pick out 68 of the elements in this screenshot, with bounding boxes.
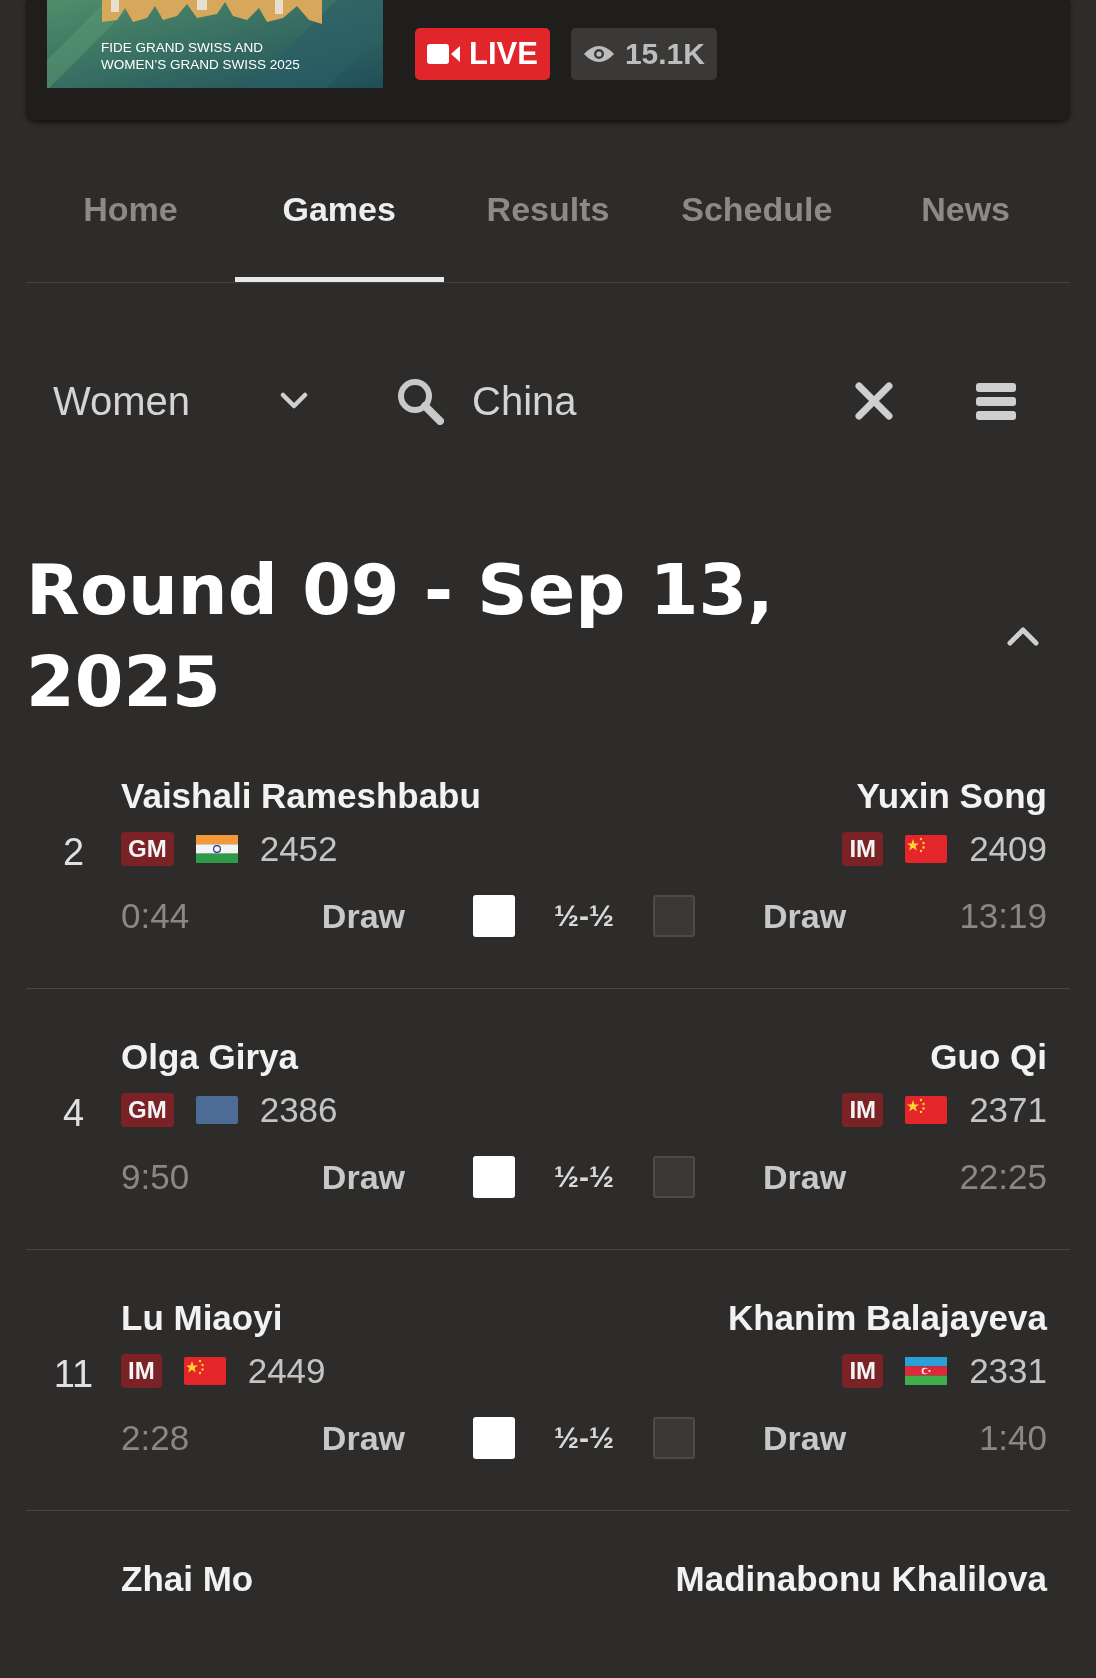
nav-tab[interactable]: Schedule xyxy=(652,140,862,282)
menu-button[interactable] xyxy=(976,381,1016,421)
title-badge: GM xyxy=(121,832,174,866)
player-rating: 2409 xyxy=(969,829,1047,869)
flag-icon xyxy=(195,1096,238,1124)
game-status: Draw xyxy=(763,1418,848,1458)
game-result: ½-½ xyxy=(554,899,614,933)
title-badge: IM xyxy=(842,832,884,866)
title-badge: IM xyxy=(121,1354,162,1388)
clear-button[interactable] xyxy=(854,381,894,421)
square-icon xyxy=(653,1156,695,1198)
player-rating: 2452 xyxy=(259,829,338,869)
flag-icon xyxy=(195,835,238,863)
collapse-button[interactable] xyxy=(1006,625,1040,647)
game-status: Draw xyxy=(321,1157,405,1197)
nav-tab[interactable]: News xyxy=(861,140,1070,282)
banner-title: FIDE GRAND SWISS AND WOMEN’S GRAND SWISS 2025 xyxy=(101,39,300,73)
live-label: LIVE xyxy=(469,36,538,72)
flag-icon xyxy=(905,1357,948,1385)
game-status: Draw xyxy=(763,1157,848,1197)
player-name: Olga Girya xyxy=(121,1037,299,1077)
player-name: Madinabonu Khalilova xyxy=(675,1559,1047,1599)
chevron-down-icon xyxy=(280,392,308,410)
square-icon xyxy=(473,1417,515,1459)
game-status: Draw xyxy=(321,1418,405,1458)
round-heading: Round 09 - Sep 13, 2025 xyxy=(26,548,775,725)
clock-time: 9:50 xyxy=(121,1157,191,1197)
title-badge: GM xyxy=(121,1093,174,1127)
player-name: Khanim Balajayeva xyxy=(727,1298,1047,1338)
clock-time: 0:44 xyxy=(121,896,191,936)
square-icon xyxy=(473,1156,515,1198)
flag-icon xyxy=(905,1096,948,1124)
nav-tab[interactable]: Results xyxy=(443,140,653,282)
game-status: Draw xyxy=(321,896,405,936)
flag-icon xyxy=(183,1357,226,1385)
search-field[interactable]: China xyxy=(472,378,812,424)
game-result: ½-½ xyxy=(554,1160,614,1194)
square-icon xyxy=(473,895,515,937)
clock-time: 22:25 xyxy=(959,1157,1047,1197)
square-icon xyxy=(653,1417,695,1459)
title-badge: IM xyxy=(842,1093,884,1127)
square-icon xyxy=(653,895,695,937)
player-name: Vaishali Rameshbabu xyxy=(121,776,481,816)
game-result: ½-½ xyxy=(554,1421,614,1455)
board-number: 4 xyxy=(61,1092,86,1135)
eye-icon xyxy=(582,44,615,64)
board-number: 2 xyxy=(61,831,86,874)
clock-time: 13:19 xyxy=(959,896,1047,936)
title-badge: IM xyxy=(842,1354,884,1388)
search-icon xyxy=(396,377,444,425)
player-rating: 2386 xyxy=(259,1090,338,1130)
player-rating: 2331 xyxy=(969,1351,1047,1391)
nav-tab[interactable]: Home xyxy=(26,140,235,282)
flag-icon xyxy=(905,835,948,863)
clock-time: 2:28 xyxy=(121,1418,191,1458)
player-rating: 2371 xyxy=(969,1090,1047,1130)
player-name: Zhai Mo xyxy=(121,1559,254,1599)
video-camera-icon xyxy=(427,43,461,65)
clock-time: 1:40 xyxy=(978,1418,1047,1458)
game-status: Draw xyxy=(763,896,848,936)
section-dropdown[interactable]: Women xyxy=(26,371,366,431)
player-name: Lu Miaoyi xyxy=(121,1298,283,1338)
player-rating: 2449 xyxy=(247,1351,326,1391)
player-name: Yuxin Song xyxy=(856,776,1047,816)
board-number: 11 xyxy=(52,1353,95,1396)
viewer-count: 15.1K xyxy=(624,37,705,71)
player-name: Guo Qi xyxy=(930,1037,1047,1077)
nav-tab[interactable]: Games xyxy=(234,140,444,282)
